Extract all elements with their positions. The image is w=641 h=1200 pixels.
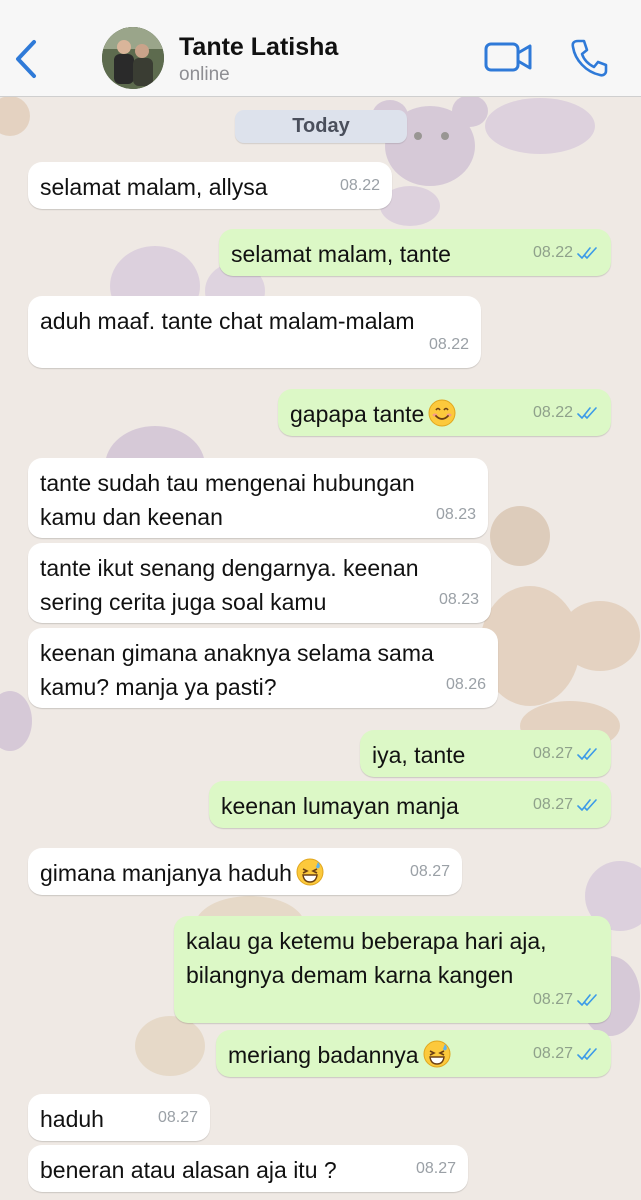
timestamp: 08.27 <box>532 745 573 762</box>
phone-call-icon[interactable] <box>570 38 608 78</box>
message-time: 08.23 <box>439 583 479 617</box>
timestamp: 08.26 <box>445 676 486 693</box>
message-text: tante ikut senang dengarnya. keenan seri… <box>40 555 419 615</box>
read-receipt-icon <box>577 1048 597 1060</box>
timestamp: 08.27 <box>532 991 573 1008</box>
message-text: keenan gimana anaknya selama sama kamu? … <box>40 640 434 700</box>
timestamp: 08.22 <box>339 177 380 194</box>
avatar[interactable] <box>102 27 164 89</box>
timestamp: 08.27 <box>532 796 573 813</box>
timestamp: 08.27 <box>409 863 450 880</box>
message-time: 08.22 <box>533 236 599 270</box>
timestamp: 08.27 <box>157 1109 198 1126</box>
incoming-message[interactable]: aduh maaf. tante chat malam-malam 08.22 <box>28 296 481 368</box>
message-time: 08.27 <box>533 1037 599 1071</box>
timestamp: 08.22 <box>532 244 573 261</box>
video-call-icon[interactable] <box>484 40 532 74</box>
contact-status: online <box>179 64 230 85</box>
message-text: tante sudah tau mengenai hubungan kamu d… <box>40 470 415 530</box>
incoming-message[interactable]: tante sudah tau mengenai hubungan kamu d… <box>28 458 488 538</box>
timestamp: 08.22 <box>532 404 573 421</box>
message-time: 08.26 <box>446 668 486 702</box>
outgoing-message[interactable]: iya, tante 08.27 <box>360 730 611 777</box>
timestamp: 08.23 <box>438 591 479 608</box>
outgoing-message[interactable]: selamat malam, tante 08.22 <box>219 229 611 276</box>
read-receipt-icon <box>577 247 597 259</box>
message-text: gimana manjanya haduh <box>40 856 450 890</box>
read-receipt-icon <box>577 748 597 760</box>
message-text: kalau ga ketemu beberapa hari aja, bilan… <box>186 928 547 988</box>
message-text: beneran atau alasan aja itu ? <box>40 1157 337 1183</box>
contact-name[interactable]: Tante Latisha <box>179 33 338 62</box>
date-separator: Today <box>235 110 407 143</box>
read-receipt-icon <box>577 407 597 419</box>
message-time: 08.22 <box>533 396 599 430</box>
read-receipt-icon <box>577 994 597 1006</box>
avatar-photo-icon <box>102 27 164 89</box>
timestamp: 08.22 <box>428 336 469 353</box>
incoming-message[interactable]: tante ikut senang dengarnya. keenan seri… <box>28 543 491 623</box>
message-time: 08.22 <box>340 169 380 203</box>
incoming-message[interactable]: selamat malam, allysa 08.22 <box>28 162 392 209</box>
message-time: 08.27 <box>416 1152 456 1186</box>
back-chevron-icon[interactable] <box>12 38 42 80</box>
message-time: 08.27 <box>158 1101 198 1135</box>
message-time: 08.27 <box>410 855 450 889</box>
outgoing-message[interactable]: kalau ga ketemu beberapa hari aja, bilan… <box>174 916 611 1023</box>
message-time: 08.23 <box>436 498 476 532</box>
outgoing-message[interactable]: keenan lumayan manja 08.27 <box>209 781 611 828</box>
outgoing-message[interactable]: meriang badannya 08.27 <box>216 1030 611 1077</box>
chat-header: Tante Latisha online <box>0 0 641 97</box>
incoming-message[interactable]: haduh 08.27 <box>28 1094 210 1141</box>
message-text: selamat malam, allysa <box>40 174 268 200</box>
smiling-face-emoji-icon <box>428 399 456 427</box>
outgoing-message[interactable]: gapapa tante 08.22 <box>278 389 611 436</box>
incoming-message[interactable]: beneran atau alasan aja itu ? 08.27 <box>28 1145 468 1192</box>
message-text: aduh maaf. tante chat malam-malam <box>40 308 415 334</box>
message-time: 08.27 <box>533 737 599 771</box>
read-receipt-icon <box>577 799 597 811</box>
bear-wallpaper-icon <box>0 96 30 136</box>
message-time: 08.22 <box>429 328 469 362</box>
bear-wallpaper-icon <box>480 506 640 751</box>
timestamp: 08.27 <box>415 1160 456 1177</box>
timestamp: 08.23 <box>435 506 476 523</box>
message-time: 08.27 <box>533 788 599 822</box>
incoming-message[interactable]: keenan gimana anaknya selama sama kamu? … <box>28 628 498 708</box>
grinning-sweat-emoji-icon <box>296 858 324 886</box>
message-time: 08.27 <box>533 983 599 1017</box>
timestamp: 08.27 <box>532 1045 573 1062</box>
incoming-message[interactable]: gimana manjanya haduh 08.27 <box>28 848 462 895</box>
grinning-sweat-emoji-icon <box>423 1040 451 1068</box>
